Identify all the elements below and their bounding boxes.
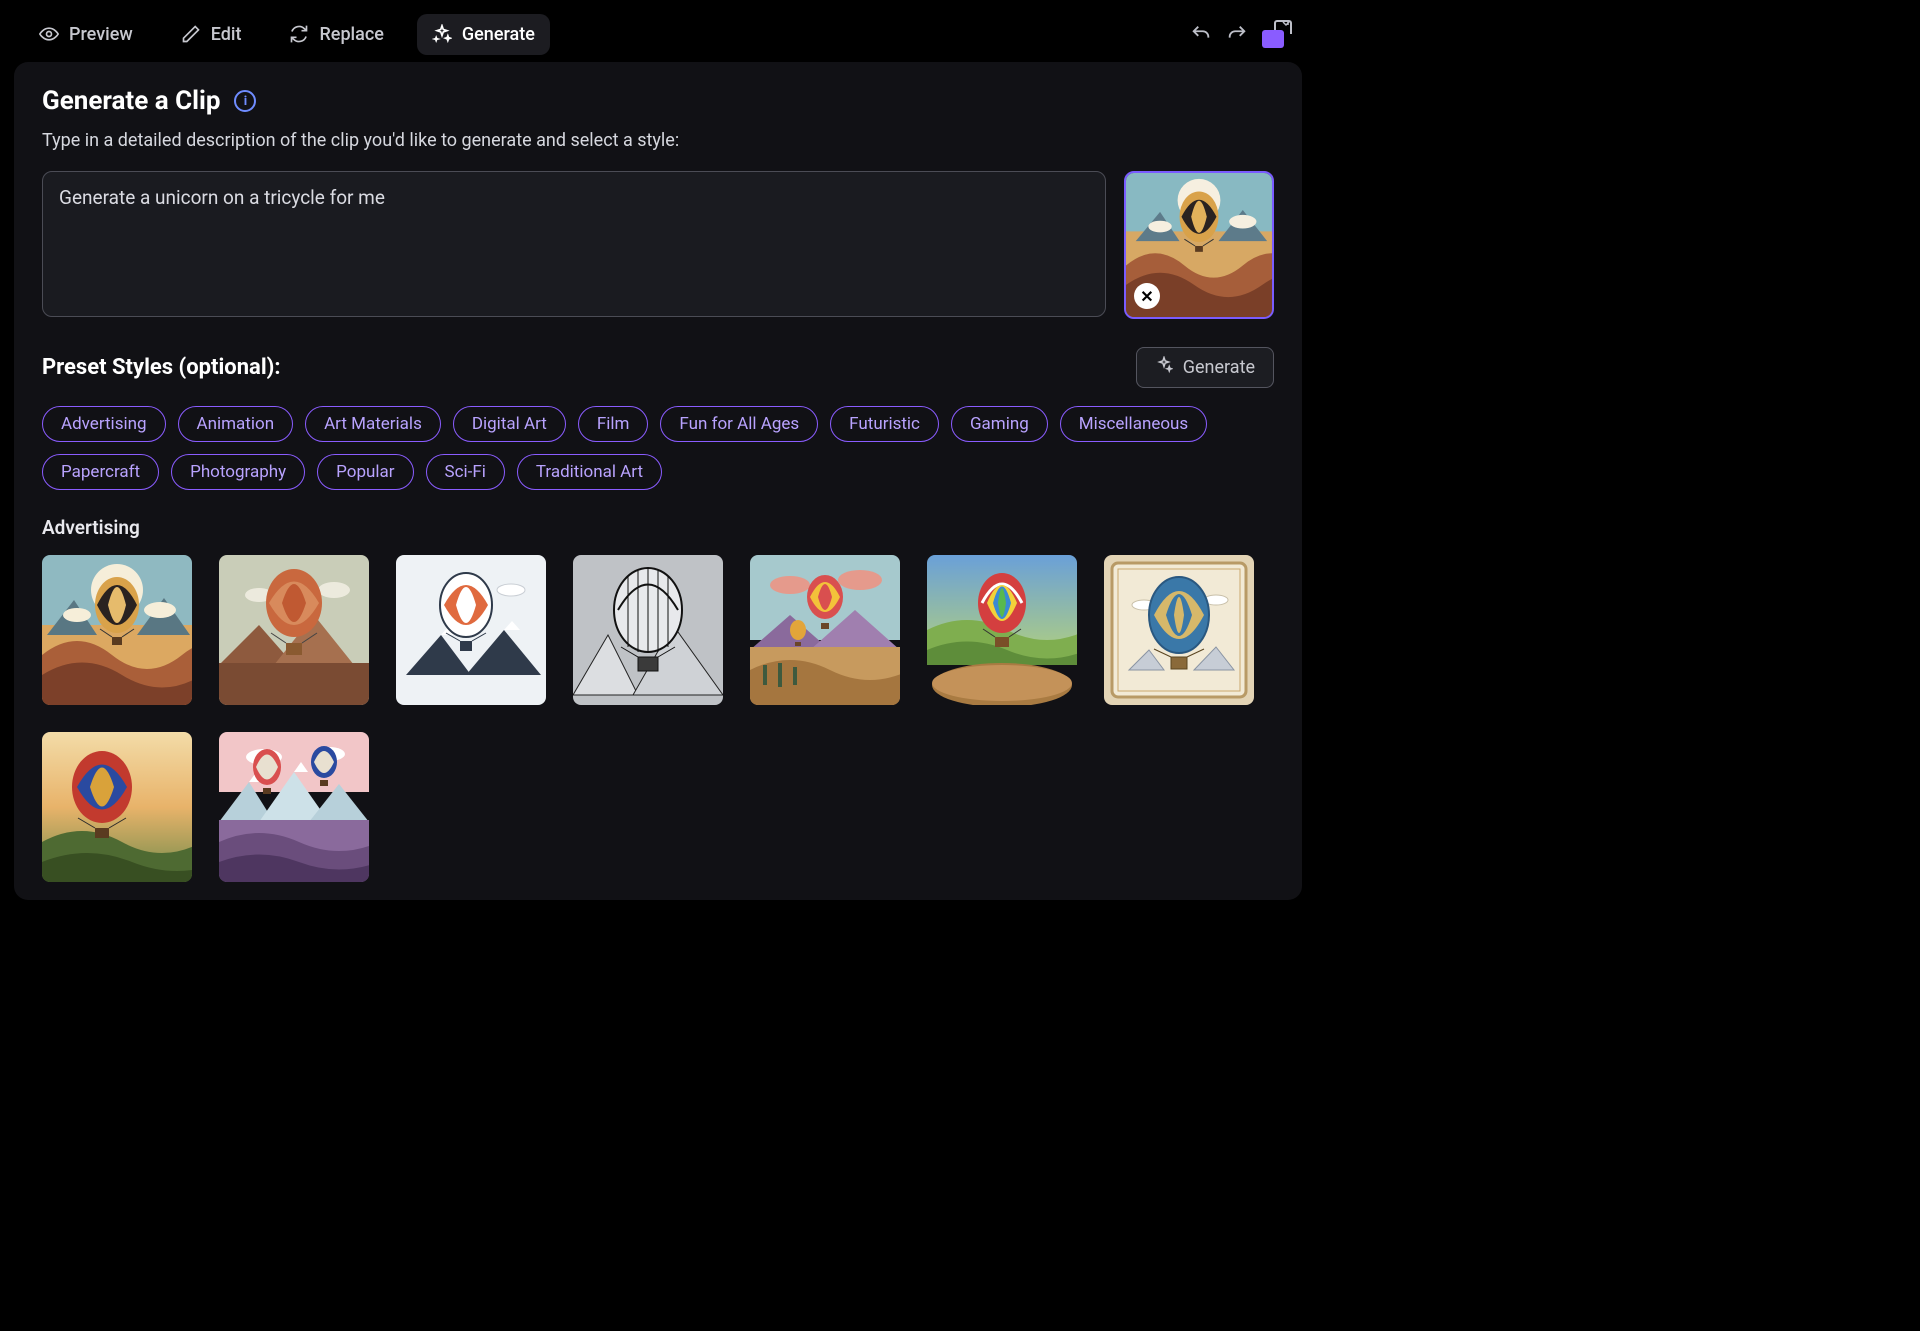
- style-thumb[interactable]: [219, 732, 369, 882]
- style-thumb[interactable]: [396, 555, 546, 705]
- generate-button[interactable]: Generate: [1136, 347, 1274, 388]
- undo-button[interactable]: [1190, 23, 1212, 45]
- style-thumbnail-grid: [42, 555, 1274, 882]
- panel-title: Generate a Clip: [42, 86, 220, 116]
- preset-styles-title: Preset Styles (optional):: [42, 355, 281, 380]
- refresh-icon: [289, 24, 309, 44]
- chip-photography[interactable]: Photography: [171, 454, 305, 490]
- chip-fun-all-ages[interactable]: Fun for All Ages: [660, 406, 818, 442]
- chip-futuristic[interactable]: Futuristic: [830, 406, 939, 442]
- reference-thumbnail[interactable]: ✕: [1124, 171, 1274, 319]
- chip-art-materials[interactable]: Art Materials: [305, 406, 441, 442]
- chip-papercraft[interactable]: Papercraft: [42, 454, 159, 490]
- chip-traditional[interactable]: Traditional Art: [517, 454, 662, 490]
- tab-preview-label: Preview: [69, 24, 133, 45]
- remove-reference-button[interactable]: ✕: [1134, 283, 1160, 309]
- generate-button-label: Generate: [1183, 357, 1255, 378]
- style-thumb[interactable]: [219, 555, 369, 705]
- generate-panel: Generate a Clip i Type in a detailed des…: [14, 62, 1302, 900]
- eye-icon: [39, 24, 59, 44]
- prompt-input[interactable]: [42, 171, 1106, 317]
- style-thumb[interactable]: [750, 555, 900, 705]
- tab-generate-label: Generate: [462, 24, 535, 45]
- chip-advertising[interactable]: Advertising: [42, 406, 166, 442]
- gallery-section-label: Advertising: [42, 516, 1274, 539]
- tab-edit-label: Edit: [211, 24, 242, 45]
- chip-popular[interactable]: Popular: [317, 454, 413, 490]
- redo-button[interactable]: [1226, 23, 1248, 45]
- tab-replace-label: Replace: [319, 24, 383, 45]
- pencil-icon: [181, 24, 201, 44]
- chip-animation[interactable]: Animation: [178, 406, 294, 442]
- category-chips: Advertising Animation Art Materials Digi…: [42, 406, 1274, 490]
- tab-edit[interactable]: Edit: [166, 14, 257, 55]
- chip-film[interactable]: Film: [578, 406, 649, 442]
- layer-swap-button[interactable]: [1262, 20, 1292, 48]
- tab-replace[interactable]: Replace: [274, 14, 398, 55]
- style-thumb[interactable]: [573, 555, 723, 705]
- style-thumb[interactable]: [1104, 555, 1254, 705]
- style-thumb[interactable]: [42, 555, 192, 705]
- sparkle-icon: [432, 24, 452, 44]
- style-thumb[interactable]: [42, 732, 192, 882]
- top-toolbar: Preview Edit Replace Generate: [14, 10, 1302, 58]
- info-icon[interactable]: i: [234, 90, 256, 112]
- sparkle-icon: [1155, 356, 1173, 379]
- chip-miscellaneous[interactable]: Miscellaneous: [1060, 406, 1207, 442]
- tab-generate[interactable]: Generate: [417, 14, 550, 55]
- chip-sci-fi[interactable]: Sci-Fi: [426, 454, 505, 490]
- toolbar-right: [1190, 20, 1292, 48]
- style-thumb[interactable]: [927, 555, 1077, 705]
- chip-digital-art[interactable]: Digital Art: [453, 406, 566, 442]
- tab-preview[interactable]: Preview: [24, 14, 148, 55]
- chip-gaming[interactable]: Gaming: [951, 406, 1048, 442]
- panel-subtitle: Type in a detailed description of the cl…: [42, 130, 1274, 151]
